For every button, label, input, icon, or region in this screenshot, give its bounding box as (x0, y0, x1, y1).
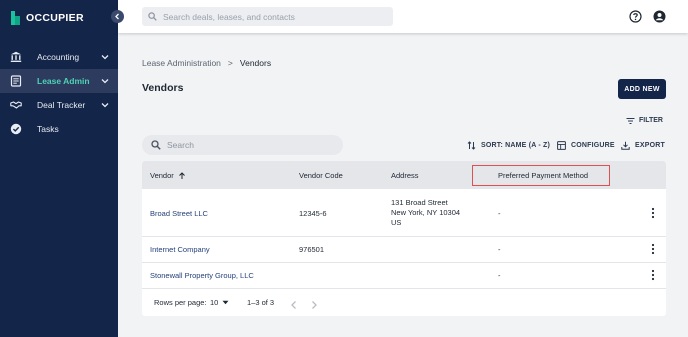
sort-button[interactable]: SORT: NAME (A - Z) (467, 139, 550, 151)
export-label: EXPORT (635, 141, 665, 149)
bank-icon (10, 51, 22, 63)
export-button[interactable]: EXPORT (621, 139, 665, 151)
more-vert-icon[interactable] (650, 243, 656, 255)
breadcrumb: Lease Administration > Vendors (142, 57, 271, 69)
sidebar-item-tasks[interactable]: Tasks (0, 117, 118, 141)
chevron-down-icon (101, 77, 109, 85)
sort-label: SORT: NAME (A - Z) (481, 141, 551, 149)
payment-method: - (498, 245, 501, 254)
sidebar-item-label: Deal Tracker (37, 100, 86, 110)
add-new-button[interactable]: ADD NEW (618, 79, 666, 99)
vendor-search-placeholder: Search (167, 140, 194, 150)
sidebar-item-label: Accounting (37, 52, 80, 62)
vendor-name-link[interactable]: Stonewall Property Group, LLC (150, 271, 254, 280)
check-circle-icon (10, 123, 22, 135)
column-header-vendor[interactable]: Vendor (150, 171, 186, 180)
breadcrumb-parent-link[interactable]: Lease Administration (142, 58, 221, 68)
breadcrumb-separator: > (227, 58, 233, 68)
occupier-logo[interactable]: OCCUPIER (11, 9, 84, 27)
chevron-down-icon (101, 101, 109, 109)
breadcrumb-current: Vendors (239, 58, 272, 68)
configure-label: CONFIGURE (571, 141, 615, 149)
caret-down-icon (222, 300, 229, 305)
top-bar: Search deals, leases, and contacts (118, 0, 688, 33)
handshake-icon (10, 99, 22, 111)
table-row[interactable]: Internet Company 976501 - (142, 237, 666, 263)
pagination: Rows per page: 10 1–3 of 3 (142, 289, 666, 316)
sidebar-item-label: Tasks (37, 124, 59, 134)
global-search-input[interactable]: Search deals, leases, and contacts (142, 7, 393, 26)
sidebar: OCCUPIER Accounting Lease Admin Deal Tra… (0, 0, 118, 337)
rows-per-page-label: Rows per page: (154, 298, 207, 307)
rows-per-page-select[interactable]: 10 (210, 298, 229, 307)
configure-button[interactable]: CONFIGURE (557, 139, 615, 151)
filter-icon (626, 117, 635, 124)
search-icon (148, 12, 157, 21)
table-row[interactable]: Stonewall Property Group, LLC - (142, 263, 666, 289)
page-title: Vendors (142, 82, 184, 94)
address-line: New York, NY 10304 (391, 208, 461, 217)
sidebar-item-accounting[interactable]: Accounting (0, 45, 118, 69)
vendor-name-link[interactable]: Internet Company (150, 245, 210, 254)
collapse-sidebar-button[interactable] (111, 10, 124, 23)
vendor-search-input[interactable]: Search (142, 135, 343, 155)
global-search-placeholder: Search deals, leases, and contacts (163, 11, 295, 22)
table-row[interactable]: Broad Street LLC 12345-6 131 Broad Stree… (142, 189, 666, 237)
more-vert-icon[interactable] (650, 269, 656, 281)
vendor-code: 12345-6 (299, 209, 327, 218)
vendor-code: 976501 (299, 245, 325, 254)
highlight-annotation (472, 165, 610, 186)
column-header-address[interactable]: Address (391, 171, 419, 180)
payment-method: - (498, 271, 501, 280)
filter-label: FILTER (639, 117, 663, 124)
filter-button[interactable]: FILTER (626, 115, 663, 126)
sidebar-item-label: Lease Admin (37, 76, 90, 86)
pagination-range: 1–3 of 3 (247, 298, 275, 307)
vendor-address: 131 Broad Street New York, NY 10304 US (391, 198, 460, 228)
more-vert-icon[interactable] (650, 207, 656, 219)
arrow-up-icon (178, 171, 185, 179)
document-icon (10, 75, 22, 87)
sidebar-item-deal-tracker[interactable]: Deal Tracker (0, 93, 118, 117)
search-icon (151, 140, 161, 150)
address-line: 131 Broad Street (391, 198, 448, 207)
table-settings-icon (557, 140, 566, 150)
download-icon (621, 141, 630, 150)
sidebar-item-lease-admin[interactable]: Lease Admin (0, 69, 118, 93)
payment-method: - (498, 209, 501, 218)
chevron-left-icon (115, 13, 119, 20)
account-icon[interactable] (653, 10, 666, 23)
sort-icon (467, 140, 476, 150)
address-line: US (391, 218, 402, 227)
table-header: Vendor Vendor Code Address Preferred Pay… (142, 161, 666, 189)
column-header-vendor-code[interactable]: Vendor Code (299, 171, 343, 180)
logo-mark-icon (11, 11, 20, 25)
chevron-down-icon (101, 53, 109, 61)
vendors-table: Vendor Vendor Code Address Preferred Pay… (142, 161, 666, 316)
logo-text: OCCUPIER (26, 12, 84, 24)
help-icon[interactable] (629, 10, 642, 23)
previous-page-icon[interactable] (290, 297, 298, 315)
next-page-icon[interactable] (310, 297, 318, 315)
vendor-name-link[interactable]: Broad Street LLC (150, 209, 208, 218)
